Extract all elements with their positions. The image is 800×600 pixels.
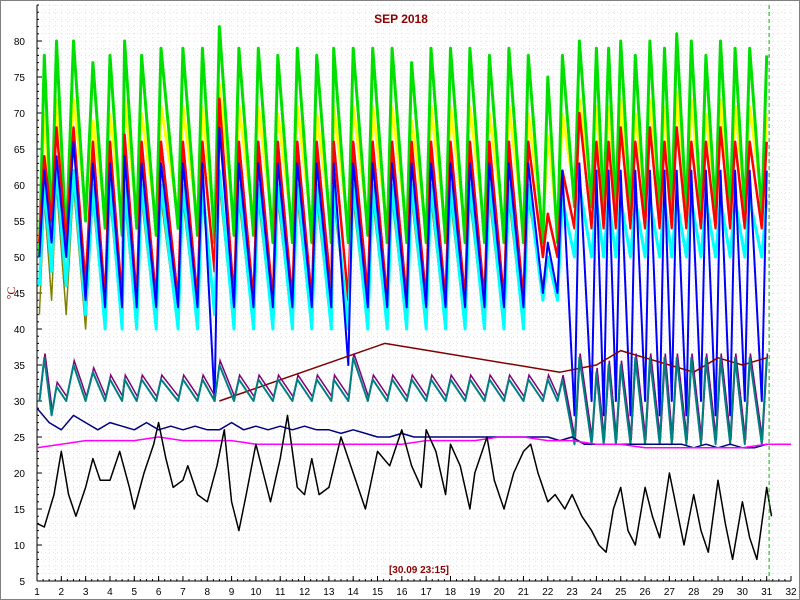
x-tick-label: 25	[615, 587, 627, 598]
y-tick-label: 80	[14, 37, 26, 48]
x-tick-label: 10	[250, 587, 262, 598]
x-tick-label: 30	[737, 587, 749, 598]
y-tick-label: 65	[14, 145, 26, 156]
y-tick-label: 55	[14, 217, 26, 228]
y-tick-label: 20	[14, 469, 26, 480]
x-tick-label: 21	[518, 587, 530, 598]
y-tick-label: 30	[14, 397, 26, 408]
y-tick-label: 25	[14, 433, 26, 444]
x-tick-label: 2	[59, 587, 65, 598]
y-tick-label: 50	[14, 253, 26, 264]
x-tick-label: 20	[494, 587, 506, 598]
x-tick-label: 4	[107, 587, 113, 598]
y-tick-label: 10	[14, 541, 26, 552]
x-tick-label: 17	[421, 587, 433, 598]
x-tick-label: 3	[83, 587, 89, 598]
y-tick-label: 35	[14, 361, 26, 372]
x-tick-label: 28	[688, 587, 700, 598]
x-tick-label: 11	[275, 587, 286, 598]
x-tick-label: 14	[348, 587, 360, 598]
y-tick-label: 75	[14, 73, 26, 84]
chart-title: SEP 2018	[374, 12, 428, 26]
x-tick-label: 5	[132, 587, 138, 598]
series-line-magenta	[36, 436, 791, 449]
y-tick-label: 5	[19, 577, 25, 588]
y-tick-label: 70	[14, 109, 26, 120]
x-tick-label: 15	[372, 587, 384, 598]
x-tick-label: 6	[156, 587, 162, 598]
chart-container: 1 2 3 4 5 6 7 8 9 10 11 12 13 14 15 16 17 18 19 20 21 22 23 24 2…	[0, 0, 800, 600]
x-tick-label: 12	[299, 587, 311, 598]
x-tick-label: 1	[34, 587, 40, 598]
x-tick-label: 31	[761, 587, 773, 598]
x-tick-label: 18	[445, 587, 457, 598]
temperature-chart: 1 2 3 4 5 6 7 8 9 10 11 12 13 14 15 16 17 18 19 20 21 22 23 24 2…	[4, 4, 797, 598]
timestamp-label: [30.09 23:15]	[389, 565, 449, 576]
x-tick-label: 9	[229, 587, 235, 598]
x-tick-label: 23	[567, 587, 579, 598]
y-tick-label: 40	[14, 325, 26, 336]
x-tick-label: 22	[542, 587, 554, 598]
x-tick-label: 13	[323, 587, 335, 598]
y-tick-label: 15	[14, 505, 26, 516]
x-tick-label: 27	[664, 587, 676, 598]
x-tick-label: 16	[396, 587, 408, 598]
x-tick-label: 29	[712, 587, 724, 598]
x-tick-label: 8	[204, 587, 210, 598]
y-tick-label: 60	[14, 181, 26, 192]
x-tick-label: 19	[469, 587, 481, 598]
x-tick-label: 32	[785, 587, 797, 598]
x-tick-label: 24	[591, 587, 603, 598]
x-tick-label: 26	[640, 587, 652, 598]
y-axis-label: °C	[4, 287, 18, 300]
x-tick-label: 7	[180, 587, 186, 598]
